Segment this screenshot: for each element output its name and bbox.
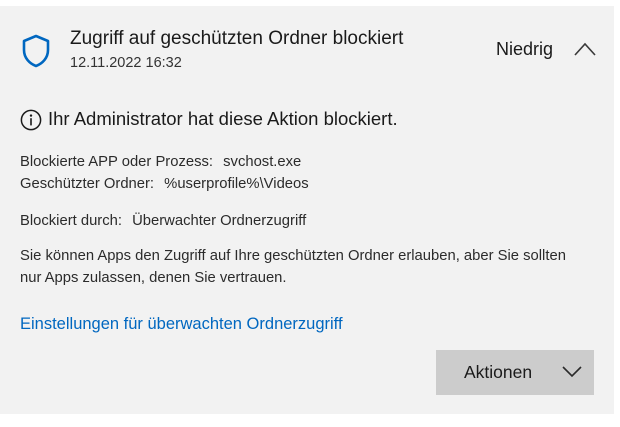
- blocked-by-label: Blockiert durch:: [20, 213, 122, 229]
- blocked-app-value: svchost.exe: [223, 154, 302, 170]
- admin-notice-text: Ihr Administrator hat diese Aktion block…: [48, 108, 398, 129]
- chevron-down-icon: [562, 366, 582, 378]
- notification-title: Zugriff auf geschützten Ordner blockiert: [70, 28, 404, 49]
- chevron-up-icon[interactable]: [574, 42, 596, 56]
- notification-panel: Zugriff auf geschützten Ordner blockiert…: [0, 6, 614, 414]
- severity-label: Niedrig: [496, 39, 554, 59]
- actions-button[interactable]: Aktionen: [436, 350, 594, 395]
- notification-timestamp: 12.11.2022 16:32: [70, 55, 182, 71]
- notification-header[interactable]: Zugriff auf geschützten Ordner blockiert…: [0, 6, 614, 86]
- actions-button-label: Aktionen: [464, 362, 533, 382]
- folder-access-settings-link[interactable]: Einstellungen für überwachten Ordnerzugr…: [20, 315, 343, 334]
- info-icon: [20, 109, 42, 131]
- blocked-app-row: Blockierte APP oder Prozess: svchost.exe: [20, 154, 301, 170]
- shield-icon: [22, 34, 50, 68]
- blocked-app-label: Blockierte APP oder Prozess:: [20, 154, 214, 170]
- blocked-by-row: Blockiert durch: Überwachter Ordnerzugri…: [20, 213, 306, 229]
- protected-folder-row: Geschützter Ordner: %userprofile%\Videos: [20, 176, 309, 192]
- protected-folder-label: Geschützter Ordner:: [20, 176, 155, 192]
- blocked-by-value: Überwachter Ordnerzugriff: [132, 213, 307, 229]
- description-text: Sie können Apps den Zugriff auf Ihre ges…: [20, 248, 566, 286]
- protected-folder-value: %userprofile%\Videos: [164, 176, 309, 192]
